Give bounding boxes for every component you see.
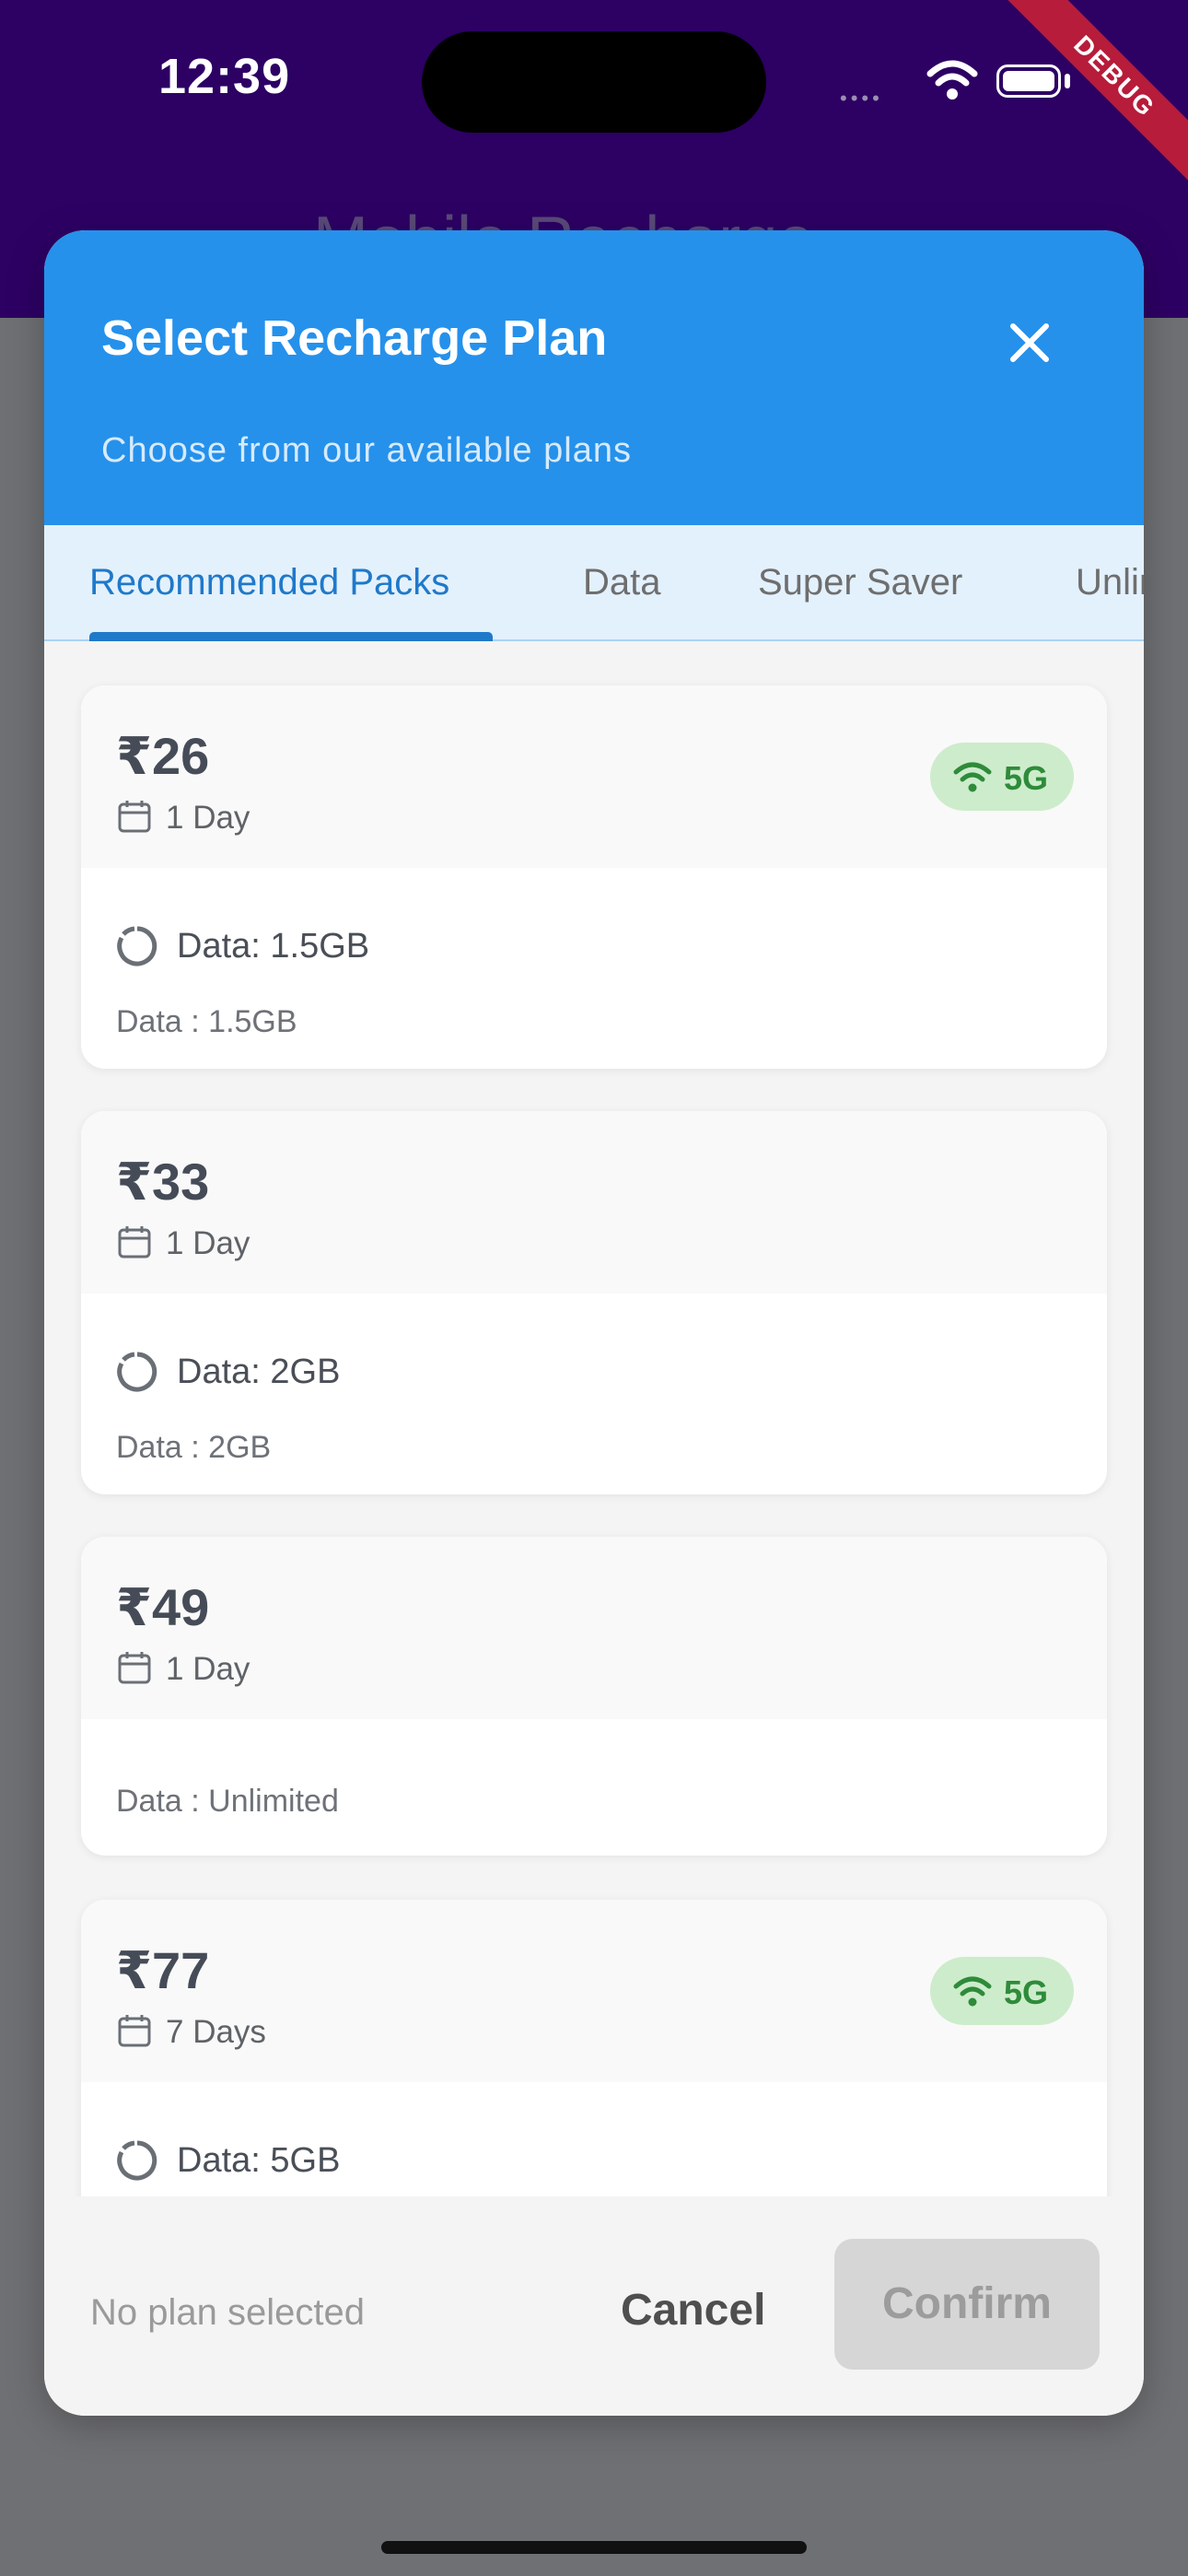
recharge-plan-dialog: Select Recharge Plan Choose from our ava…	[44, 230, 1144, 2416]
plan-data: Data: 2GB	[177, 1352, 341, 1391]
dialog-subtitle: Choose from our available plans	[101, 431, 632, 470]
plan-card[interactable]: ₹49 1 Day Data : Unlimited	[81, 1537, 1107, 1856]
plan-price: ₹77	[116, 1941, 210, 1999]
plan-card-header: ₹26 1 Day 5G	[81, 685, 1107, 868]
tab-recommended-packs[interactable]: Recommended Packs	[89, 562, 449, 603]
plan-price: ₹26	[116, 727, 210, 785]
wifi-icon	[953, 1976, 992, 2007]
tab-unlimited[interactable]: Unlimited	[1076, 562, 1144, 603]
wifi-icon	[926, 60, 978, 100]
status-icons: ••••	[840, 53, 1089, 110]
cellular-signal-icon: ••••	[840, 87, 883, 110]
network-5g-badge: 5G	[930, 743, 1074, 811]
cancel-button[interactable]: Cancel	[621, 2285, 765, 2336]
data-usage-icon	[117, 926, 157, 966]
plan-category-tabs: Recommended Packs Data Super Saver Unlim…	[44, 525, 1144, 641]
plan-validity: 1 Day	[166, 800, 250, 836]
active-tab-indicator	[89, 632, 493, 641]
plan-data: Data: 5GB	[177, 2141, 341, 2180]
badge-label: 5G	[1004, 1973, 1049, 2011]
plan-validity: 1 Day	[166, 1651, 250, 1687]
badge-label: 5G	[1004, 759, 1049, 797]
plan-card-header: ₹33 1 Day	[81, 1111, 1107, 1294]
plan-card-header: ₹49 1 Day	[81, 1537, 1107, 1719]
plan-card[interactable]: ₹33 1 Day Data: 2GB Data: 2GB	[81, 1111, 1107, 1494]
data-usage-icon	[117, 2140, 157, 2181]
dialog-title: Select Recharge Plan	[101, 310, 608, 366]
close-icon[interactable]	[993, 306, 1066, 380]
plan-description: Data : 1.5GB	[116, 1004, 297, 1039]
plan-card-header: ₹77 7 Days 5G	[81, 1900, 1107, 2082]
network-5g-badge: 5G	[930, 1957, 1074, 2025]
plan-data: Data: 1.5GB	[177, 927, 370, 966]
plan-validity: 7 Days	[166, 2014, 266, 2050]
calendar-icon	[118, 1652, 151, 1684]
status-time: 12:39	[158, 49, 291, 104]
plan-validity: 1 Day	[166, 1225, 250, 1261]
plan-description: Data : 2GB	[116, 1430, 272, 1465]
plan-list[interactable]: ₹26 1 Day 5G Data: 1.5GB Data: 1.5GB ₹3…	[44, 641, 1144, 2416]
tab-data[interactable]: Data	[583, 562, 661, 603]
calendar-icon	[118, 1226, 151, 1259]
battery-icon	[996, 64, 1061, 98]
dynamic-island	[422, 31, 766, 133]
plan-price: ₹49	[116, 1578, 210, 1636]
plan-price: ₹33	[116, 1153, 210, 1211]
data-usage-icon	[117, 1352, 157, 1392]
plan-description: Data : Unlimited	[116, 1784, 339, 1819]
dialog-header: Select Recharge Plan Choose from our ava…	[44, 230, 1144, 525]
confirm-button[interactable]: Confirm	[834, 2239, 1100, 2370]
calendar-icon	[118, 2015, 151, 2047]
calendar-icon	[118, 801, 151, 833]
dialog-footer: No plan selected Cancel Confirm	[44, 2196, 1144, 2416]
wifi-icon	[953, 762, 992, 792]
home-indicator[interactable]	[381, 2541, 807, 2554]
selection-status: No plan selected	[90, 2292, 365, 2333]
tab-super-saver[interactable]: Super Saver	[758, 562, 962, 603]
battery-tip	[1065, 74, 1070, 88]
plan-card[interactable]: ₹26 1 Day 5G Data: 1.5GB Data: 1.5GB	[81, 685, 1107, 1069]
